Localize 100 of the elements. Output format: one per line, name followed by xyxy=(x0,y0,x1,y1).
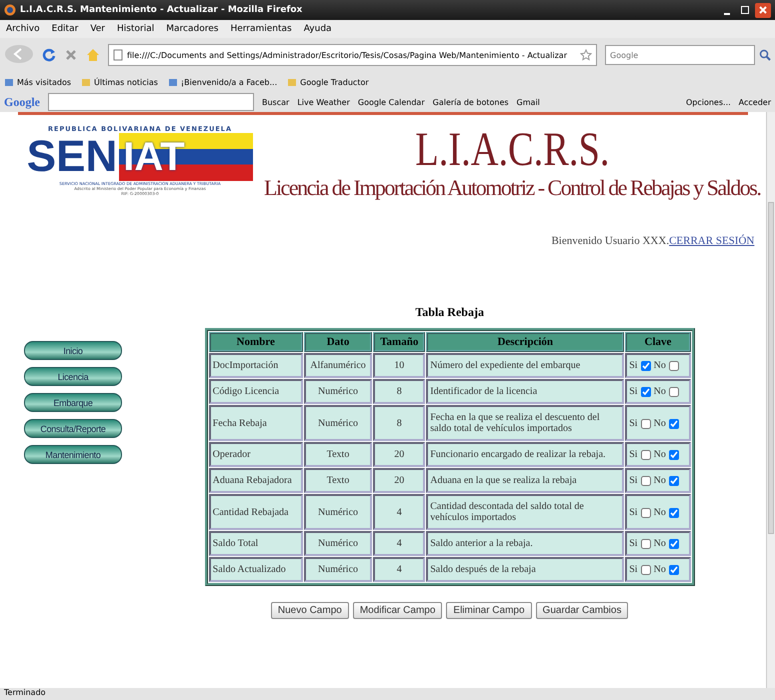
checkbox[interactable] xyxy=(640,361,651,372)
table-cell: Saldo Actualizado xyxy=(208,557,303,582)
nav-button[interactable]: Inicio xyxy=(24,341,122,360)
menu-item[interactable]: Herramientas xyxy=(230,24,292,34)
checkbox[interactable] xyxy=(668,476,679,486)
toolbar-button[interactable]: Gmail xyxy=(516,98,540,106)
table-cell: Operador xyxy=(208,442,303,468)
folder-icon xyxy=(287,77,298,87)
checkbox[interactable] xyxy=(640,508,651,518)
table-cell: 8 xyxy=(373,405,426,442)
checkbox[interactable] xyxy=(668,450,679,460)
checkbox[interactable] xyxy=(640,476,651,486)
option-label: No xyxy=(654,475,666,486)
status-text: Terminado xyxy=(0,688,775,700)
action-button[interactable]: Modificar Campo xyxy=(352,602,442,620)
table-cell: 4 xyxy=(373,557,426,582)
table-cell: Texto xyxy=(304,442,372,468)
action-button[interactable]: Nuevo Campo xyxy=(270,602,349,620)
checkbox[interactable] xyxy=(640,418,651,429)
column-header: Tamaño xyxy=(373,332,426,352)
checkbox[interactable] xyxy=(640,387,651,398)
toolbar-button[interactable]: Acceder xyxy=(738,98,771,106)
browser-icon xyxy=(4,4,16,16)
stop-icon[interactable] xyxy=(64,48,78,62)
checkbox[interactable] xyxy=(668,418,679,429)
nav-button[interactable]: Consulta/Reporte xyxy=(24,419,122,438)
menu-item[interactable]: Archivo xyxy=(6,24,40,34)
checkbox[interactable] xyxy=(640,565,651,576)
search-field[interactable] xyxy=(48,93,254,111)
column-header: Nombre xyxy=(208,332,303,352)
action-button[interactable]: Guardar Cambios xyxy=(536,602,628,620)
table-cell: Numérico xyxy=(304,494,372,530)
menu-item[interactable]: Historial xyxy=(117,24,154,34)
checkbox[interactable] xyxy=(668,361,679,372)
table-title: Tabla Rebaja xyxy=(415,305,484,320)
table-cell: Cantidad Rebajada xyxy=(208,494,303,530)
site-title: L.I.A.C.R.S. xyxy=(415,125,610,176)
table-cell: Fecha en la que se realiza el descuento del saldo total de vehículos importados xyxy=(426,405,624,442)
logout-link[interactable]: CERRAR SESIÓN xyxy=(669,235,754,248)
table-cell: Funcionario encargado de realizar la rebaja. xyxy=(426,442,624,468)
table-cell: 20 xyxy=(373,442,426,468)
toolbar-button[interactable]: Live Weather xyxy=(297,98,350,106)
option-label: No xyxy=(654,564,666,576)
star-icon[interactable] xyxy=(580,49,592,61)
option-label: Si xyxy=(629,386,638,398)
bookmark-item[interactable]: Google Traductor xyxy=(300,78,369,86)
toolbar-button[interactable]: Galería de botones xyxy=(432,98,509,106)
bookmark-icon xyxy=(168,77,178,87)
table-cell: Saldo anterior a la rebaja. xyxy=(426,531,624,556)
option-label: No xyxy=(654,418,666,429)
option-label: Si xyxy=(629,506,638,518)
column-header: Dato xyxy=(304,332,372,352)
table-cell: 20 xyxy=(373,468,426,494)
bookmark-item[interactable]: Últimas noticias xyxy=(94,78,158,86)
table-cell: Alfanumérico xyxy=(304,353,372,378)
page-icon xyxy=(113,49,123,61)
option-label: No xyxy=(654,360,666,372)
welcome-text: Bienvenido Usuario XXX. xyxy=(551,235,670,248)
toolbar-button[interactable]: Buscar xyxy=(262,98,290,106)
bookmark-item[interactable]: Más visitados xyxy=(17,78,72,86)
bookmark-item[interactable]: ¡Bienvenido/a a Faceb... xyxy=(180,78,278,86)
checkbox[interactable] xyxy=(668,565,679,576)
checkbox[interactable] xyxy=(668,508,679,518)
menu-item[interactable]: Ver xyxy=(90,24,106,34)
table-cell: Número del expediente del embarque xyxy=(426,353,624,378)
table-cell: Texto xyxy=(304,468,372,494)
toolbar-button[interactable]: Opciones... xyxy=(686,98,731,106)
menu-item[interactable]: Marcadores xyxy=(166,24,218,34)
toolbar-button[interactable]: Google Calendar xyxy=(358,98,425,106)
option-label: Si xyxy=(629,475,638,486)
reload-icon[interactable] xyxy=(42,48,56,62)
nav-button[interactable]: Mantenimiento xyxy=(24,445,122,464)
checkbox[interactable] xyxy=(668,539,679,550)
table-cell: Código Licencia xyxy=(208,379,303,404)
column-header: Descripción xyxy=(426,332,624,352)
nav-button[interactable]: Licencia xyxy=(24,367,122,386)
address-field[interactable]: file:///C:/Documents and Settings/Administrador/Escritorio/Tesis/Cosas/Pagina Web/Mantenimiento - Actualizar xyxy=(108,44,597,66)
search-icon[interactable] xyxy=(759,49,771,61)
site-subtitle: Licencia de Importación Automotriz - Control de Rebajas y Saldos. xyxy=(264,175,760,202)
close-button[interactable] xyxy=(755,2,771,18)
window-title: L.I.A.C.R.S. Mantenimiento - Actualizar - Mozilla Firefox xyxy=(20,5,302,15)
option-label: Si xyxy=(629,418,638,429)
table-cell: Numérico xyxy=(304,379,372,404)
checkbox[interactable] xyxy=(640,450,651,460)
table-cell: Numérico xyxy=(304,557,372,582)
nav-button[interactable]: Embarque xyxy=(24,393,122,412)
folder-icon xyxy=(81,77,92,87)
action-button[interactable]: Eliminar Campo xyxy=(446,602,532,620)
option-label: Si xyxy=(629,449,638,460)
menu-item[interactable]: Ayuda xyxy=(304,24,332,34)
table-cell: Numérico xyxy=(304,405,372,442)
menu-item[interactable]: Editar xyxy=(52,24,78,34)
option-label: Si xyxy=(629,564,638,576)
search-field[interactable]: Google xyxy=(605,45,755,65)
option-label: Si xyxy=(629,538,638,550)
checkbox[interactable] xyxy=(668,387,679,398)
table-cell: Aduana Rebajadora xyxy=(208,468,303,494)
checkbox[interactable] xyxy=(640,539,651,550)
option-label: No xyxy=(654,386,666,398)
table-cell: Aduana en la que se realiza la rebaja xyxy=(426,468,624,494)
